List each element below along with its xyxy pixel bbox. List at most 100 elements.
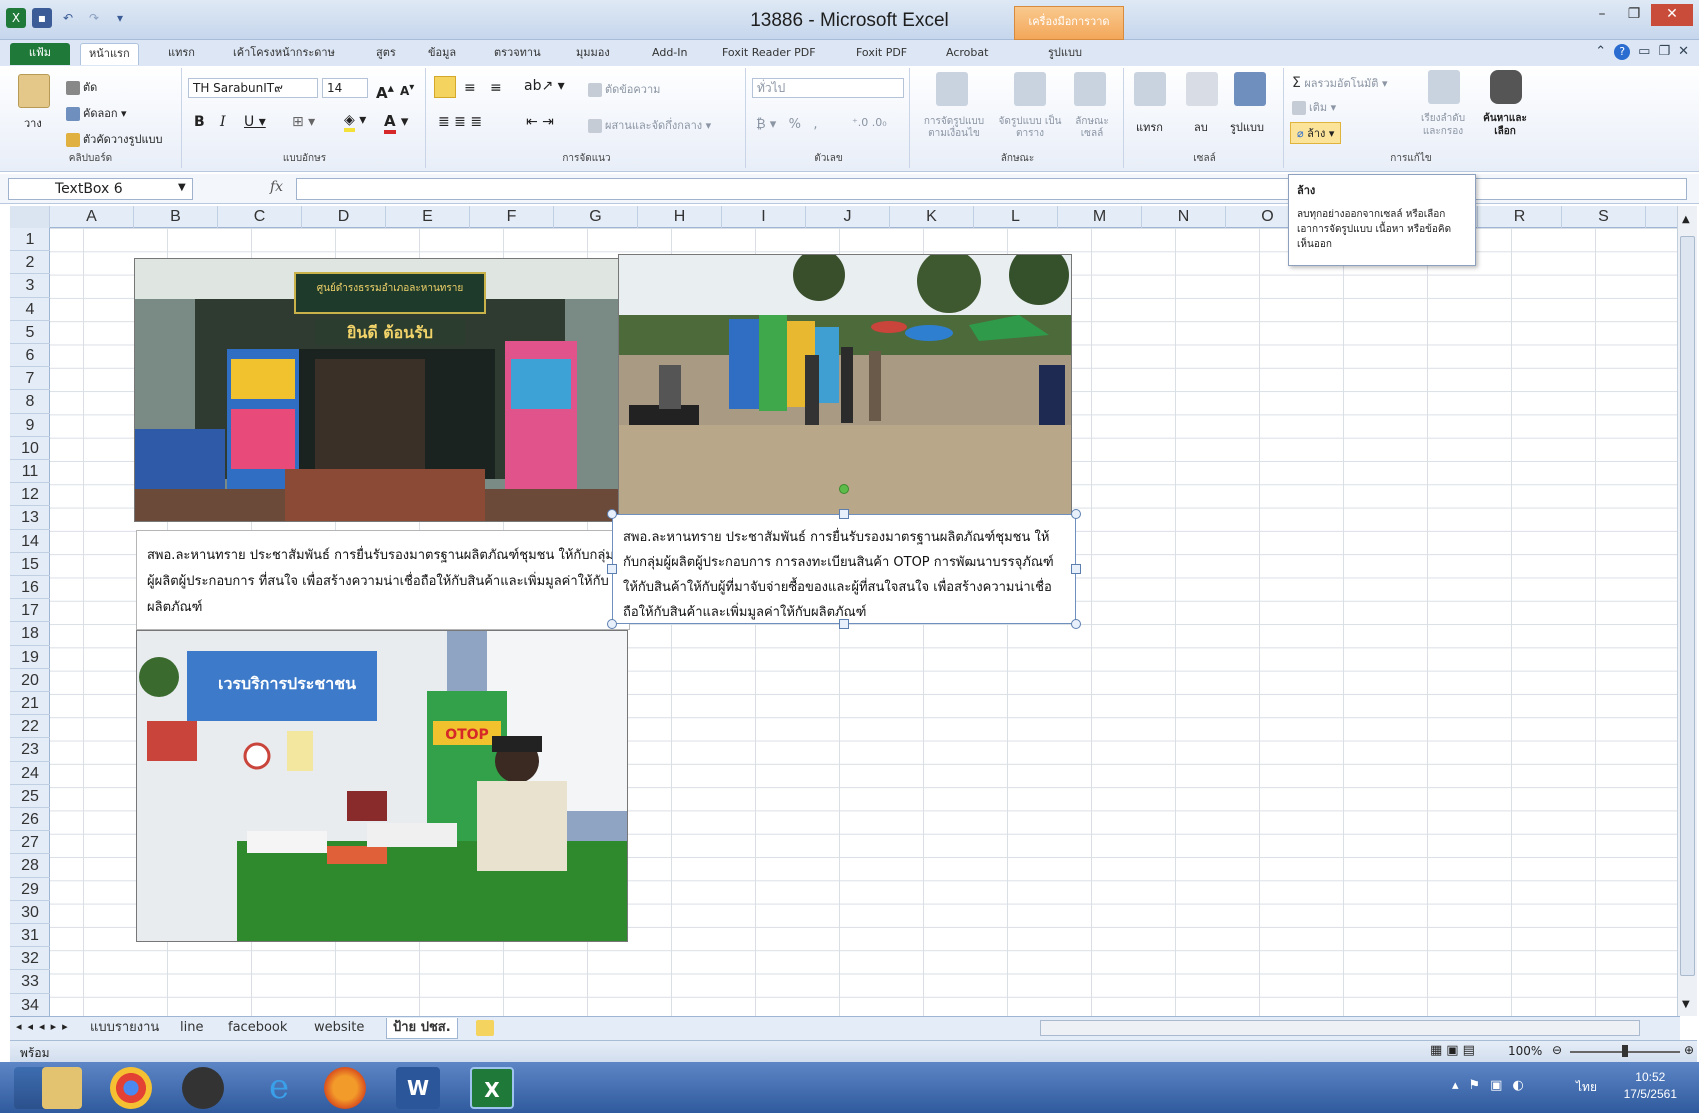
copy-button[interactable]: คัดลอก ▾ [66,104,127,122]
chrome-icon[interactable] [110,1067,152,1109]
restore-button[interactable]: ❐ [1619,4,1649,26]
row-header[interactable]: 33 [10,970,50,994]
column-header[interactable]: E [386,206,470,228]
column-header[interactable]: D [302,206,386,228]
decimal-buttons[interactable]: ⁺.0 .0₀ [852,116,887,129]
photo-service-desk[interactable]: เวรบริการประชาชน OTOP [136,630,628,942]
row-header[interactable]: 15 [10,553,50,576]
row-header[interactable]: 16 [10,576,50,600]
wrap-text-button[interactable]: ตัดข้อความ [588,80,660,98]
number-format-select[interactable]: ทั่วไป [752,78,904,98]
insert-cells-button[interactable]: แทรก [1136,118,1163,136]
workbook-restore-icon[interactable]: ❐ [1658,44,1670,60]
caption-textbox-1[interactable]: สพอ.ละหานทราย ประชาสัมพันธ์ การยื่นรับรอ… [136,530,630,630]
align-bottom-button[interactable]: ≡ [490,80,502,96]
scroll-up-icon[interactable]: ▲ [1682,214,1690,225]
zoom-level[interactable]: 100% [1508,1044,1542,1058]
column-header[interactable]: G [554,206,638,228]
row-header[interactable]: 10 [10,437,50,460]
delete-cells-button[interactable]: ลบ [1194,118,1208,136]
tab-formulas[interactable]: สูตร [368,43,404,65]
resize-handle[interactable] [1071,564,1081,574]
insert-function-icon[interactable]: fx [270,179,283,195]
minimize-button[interactable]: – [1587,4,1617,26]
column-header[interactable]: C [218,206,302,228]
horizontal-scrollbar[interactable] [1040,1020,1640,1036]
vertical-scrollbar[interactable]: ▲ ▼ [1677,206,1697,1016]
tab-page-layout[interactable]: เค้าโครงหน้ากระดาษ [225,43,343,65]
input-language[interactable]: ไทย [1576,1078,1597,1097]
sheet-tab[interactable]: line [174,1018,209,1039]
align-middle-button[interactable]: ≡ [464,80,476,96]
format-cells-button[interactable]: รูปแบบ [1230,118,1264,136]
autosum-button[interactable]: Σ ผลรวมอัตโนมัติ ▾ [1292,74,1388,92]
app-icon[interactable] [182,1067,224,1109]
orientation-button[interactable]: ab↗ ▾ [524,78,565,94]
tab-file[interactable]: แฟ้ม [10,43,70,65]
row-header[interactable]: 1 [10,228,50,252]
row-header[interactable]: 28 [10,854,50,878]
row-header[interactable]: 20 [10,669,50,692]
fill-color-button[interactable]: ◈ ▾ [344,112,366,132]
row-header[interactable]: 25 [10,785,50,808]
system-clock[interactable]: 10:52 17/5/2561 [1624,1069,1677,1103]
excel-taskbar-icon[interactable]: X [470,1067,514,1109]
row-header[interactable]: 14 [10,530,50,553]
row-header[interactable]: 30 [10,901,50,924]
column-header[interactable]: J [806,206,890,228]
paste-button[interactable]: วาง [24,114,42,132]
column-header[interactable]: H [638,206,722,228]
row-header[interactable]: 21 [10,692,50,716]
insert-sheet-icon[interactable] [476,1020,494,1036]
find-select-button[interactable]: ค้นหาและ เลือก [1476,112,1534,138]
tab-foxit-reader-pdf[interactable]: Foxit Reader PDF [714,43,824,65]
select-all-corner[interactable] [10,206,50,228]
scrollbar-thumb[interactable] [1680,236,1695,976]
paste-icon[interactable] [18,74,50,108]
font-size-select[interactable]: 14 [322,78,368,98]
column-header[interactable]: M [1058,206,1142,228]
workbook-minimize-icon[interactable]: ▭ [1638,44,1650,60]
resize-handle[interactable] [839,619,849,629]
row-header[interactable]: 31 [10,924,50,948]
column-header[interactable]: N [1142,206,1226,228]
font-color-button[interactable]: A ▾ [384,112,408,134]
row-header[interactable]: 24 [10,762,50,785]
row-header[interactable]: 17 [10,599,50,623]
row-header[interactable]: 2 [10,251,50,275]
row-header[interactable]: 3 [10,274,50,298]
format-as-table-button[interactable]: จัดรูปแบบ เป็นตาราง [998,116,1062,140]
column-header[interactable]: I [722,206,806,228]
column-header[interactable]: A [50,206,134,228]
tab-foxit-pdf[interactable]: Foxit PDF [848,43,915,65]
resize-handle[interactable] [607,619,617,629]
photo-office-entrance[interactable]: ศูนย์ดำรงธรรมอำเภอละหานทราย ยินดี ต้อนรั… [134,258,624,522]
close-button[interactable]: ✕ [1651,4,1693,26]
internet-explorer-icon[interactable]: e [254,1067,304,1109]
firefox-icon[interactable] [324,1067,366,1109]
caption-textbox-2-selected[interactable]: สพอ.ละหานทราย ประชาสัมพันธ์ การยื่นรับรอ… [612,514,1076,624]
tab-format[interactable]: รูปแบบ [1040,43,1090,65]
grow-font-button[interactable]: A▴ [376,80,394,102]
align-left-button[interactable]: ≣ ≣ ≣ [438,114,482,130]
sheet-tab[interactable]: facebook [222,1018,293,1039]
borders-button[interactable]: ⊞ ▾ [292,114,315,130]
italic-button[interactable]: I [220,114,226,130]
tab-insert[interactable]: แทรก [160,43,203,65]
row-header[interactable]: 32 [10,947,50,971]
cell-styles-button[interactable]: ลักษณะ เซลล์ [1066,116,1118,140]
row-header[interactable]: 9 [10,414,50,437]
column-header[interactable]: L [974,206,1058,228]
minimize-ribbon-icon[interactable]: ⌃ [1595,44,1606,60]
file-explorer-icon[interactable] [42,1067,82,1109]
formula-input[interactable] [296,178,1687,200]
sheet-tab-active[interactable]: ป้าย ปชส. [386,1018,458,1039]
name-box-dropdown-icon[interactable]: ▼ [178,182,186,193]
merge-center-button[interactable]: ผสานและจัดกึ่งกลาง ▾ [588,116,711,134]
resize-handle[interactable] [839,509,849,519]
underline-button[interactable]: U ▾ [244,114,266,130]
clear-button[interactable]: ⌀ ล้าง ▾ [1290,122,1342,144]
resize-handle[interactable] [607,564,617,574]
column-header[interactable]: K [890,206,974,228]
rotate-handle[interactable] [839,484,849,494]
